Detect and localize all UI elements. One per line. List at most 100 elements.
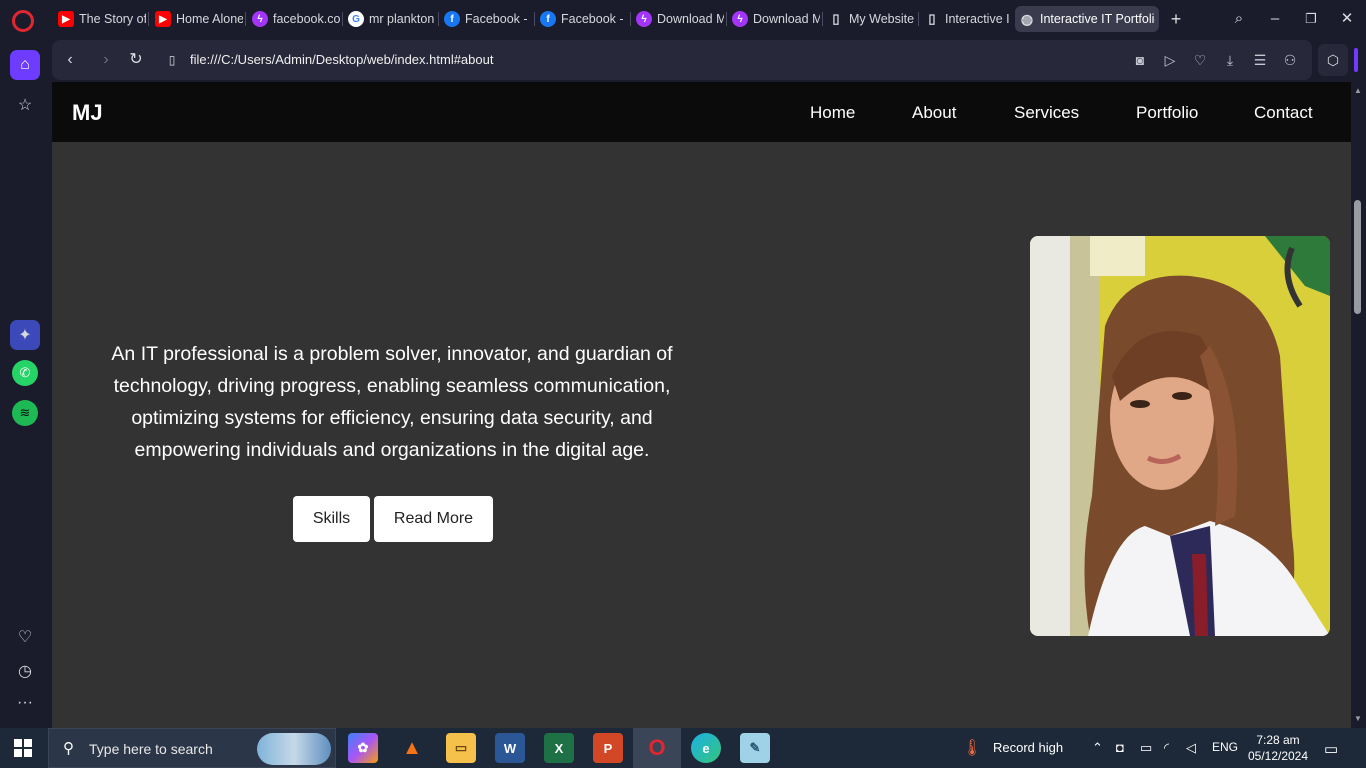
tab-label: Download M	[657, 12, 724, 26]
sidebar-accent	[1354, 48, 1358, 72]
excel-icon[interactable]: X	[544, 733, 574, 763]
easy-setup-icon[interactable]: ☰	[1250, 50, 1270, 70]
tab-8[interactable]: ▯ My Website	[824, 6, 916, 32]
profile-photo	[1030, 236, 1330, 636]
restore-icon[interactable]: ❐	[1300, 8, 1322, 30]
tab-label: Home Alone	[176, 12, 243, 26]
scroll-down-icon[interactable]: ▼	[1352, 714, 1364, 724]
youtube-icon: ▶	[58, 11, 74, 27]
windows-taskbar: ⚲ Type here to search ✿ ▲ ▭ W X P O e ✎ …	[0, 728, 1366, 768]
clock-date: 05/12/2024	[1247, 749, 1309, 763]
tab-label: mr plankton	[369, 12, 435, 26]
globe-icon: ◍	[1020, 10, 1034, 27]
aria-icon[interactable]: ✦	[10, 320, 40, 350]
weather-text[interactable]: Record high	[993, 740, 1063, 755]
edge-icon[interactable]: e	[691, 733, 721, 763]
bookmark-heart-icon[interactable]: ♡	[1190, 50, 1210, 70]
about-paragraph: An IT professional is a problem solver, …	[111, 343, 673, 461]
nav-home[interactable]: Home	[810, 103, 855, 123]
history-icon[interactable]: ◷	[10, 656, 40, 686]
messenger-icon: ϟ	[732, 11, 748, 27]
notification-icon[interactable]: ▭	[1324, 740, 1338, 758]
messenger-icon: ϟ	[636, 11, 652, 27]
nav-about[interactable]: About	[912, 103, 956, 123]
forward-icon[interactable]: ›	[96, 50, 116, 70]
site-logo[interactable]: MJ	[72, 100, 103, 126]
snapshot-icon[interactable]: ◙	[1130, 50, 1150, 70]
page-viewport: MJ Home About Services Portfolio Contact…	[52, 82, 1351, 728]
nav-contact[interactable]: Contact	[1254, 103, 1313, 123]
tab-bar: ▶ The Story of ▶ Home Alone ϟ facebook.c…	[0, 0, 1366, 38]
clock[interactable]: 7:28 am 05/12/2024	[1238, 732, 1318, 764]
scrollbar-thumb[interactable]	[1354, 200, 1361, 314]
reload-icon[interactable]: ↻	[126, 50, 146, 70]
tab-10-active[interactable]: ◍ Interactive IT Portfolio	[1015, 6, 1159, 32]
tab-label: Facebook - I	[465, 12, 532, 26]
facebook-icon: f	[444, 11, 460, 27]
word-icon[interactable]: W	[495, 733, 525, 763]
tab-5[interactable]: f Facebook - I	[536, 6, 628, 32]
tab-label: Interactive IT Portfolio	[1040, 12, 1155, 26]
wifi-icon[interactable]: ◜	[1164, 740, 1169, 756]
tab-label: facebook.co	[273, 12, 340, 26]
nav-services[interactable]: Services	[1014, 103, 1079, 123]
page-info-icon[interactable]: ▯	[162, 50, 182, 70]
tab-0[interactable]: ▶ The Story of	[54, 6, 146, 32]
opera-icon[interactable]: O	[642, 733, 672, 763]
file-explorer-icon[interactable]: ▭	[446, 733, 476, 763]
volume-icon[interactable]: ◁	[1186, 740, 1196, 756]
extensions-icon[interactable]: ⬡	[1318, 44, 1348, 76]
camera-icon[interactable]: ◘	[1116, 740, 1124, 755]
powerpoint-icon[interactable]: P	[593, 733, 623, 763]
tab-7[interactable]: ϟ Download M	[728, 6, 820, 32]
spotify-icon[interactable]: ≋	[12, 400, 38, 426]
scroll-up-icon[interactable]: ▲	[1352, 86, 1364, 96]
search-icon: ⚲	[63, 740, 74, 757]
file-icon: ▯	[832, 11, 840, 26]
page-scrollbar[interactable]	[1351, 82, 1366, 728]
read-more-button[interactable]: Read More	[374, 496, 493, 542]
back-icon[interactable]: ‹	[60, 50, 80, 70]
language-indicator[interactable]: ENG	[1212, 740, 1238, 754]
home-icon[interactable]: ⌂	[10, 50, 40, 80]
notepad-icon[interactable]: ✎	[740, 733, 770, 763]
star-icon[interactable]: ☆	[10, 90, 40, 120]
battery-icon[interactable]: ▭	[1140, 740, 1152, 756]
more-icon[interactable]: ···	[10, 688, 40, 718]
search-placeholder: Type here to search	[89, 741, 213, 757]
tray-chevron-icon[interactable]: ⌃	[1092, 740, 1103, 756]
windows-start-icon[interactable]	[14, 739, 32, 757]
taskbar-search[interactable]: ⚲ Type here to search	[48, 728, 336, 768]
close-icon[interactable]: ✕	[1336, 8, 1358, 30]
player-icon[interactable]: ▷	[1160, 50, 1180, 70]
minimize-icon[interactable]: –	[1264, 8, 1286, 30]
thermometer-icon[interactable]: 🌡	[962, 738, 982, 758]
sidebar: ⌂ ☆ ✦ ✆ ≋ ♡ ◷ ···	[0, 38, 52, 728]
skills-button[interactable]: Skills	[293, 496, 370, 542]
tab-label: Interactive I	[945, 12, 1010, 26]
whatsapp-icon[interactable]: ✆	[12, 360, 38, 386]
profile-icon[interactable]: ⚇	[1280, 50, 1300, 70]
opera-menu-icon[interactable]	[12, 10, 34, 32]
new-tab-plus-icon[interactable]: +	[1165, 8, 1187, 30]
copilot-icon[interactable]: ✿	[348, 733, 378, 763]
tab-3[interactable]: G mr plankton	[344, 6, 436, 32]
tab-6[interactable]: ϟ Download M	[632, 6, 724, 32]
tab-4[interactable]: f Facebook - I	[440, 6, 532, 32]
tab-9[interactable]: ▯ Interactive I	[920, 6, 1012, 32]
download-icon[interactable]: ⤓	[1220, 50, 1240, 70]
tab-label: My Website	[849, 12, 915, 26]
tab-search-icon[interactable]: ⌕	[1228, 8, 1250, 30]
tab-1[interactable]: ▶ Home Alone	[151, 6, 243, 32]
clock-time: 7:28 am	[1256, 733, 1300, 747]
url-field[interactable]: file:///C:/Users/Admin/Desktop/web/index…	[190, 52, 493, 67]
youtube-icon: ▶	[155, 11, 171, 27]
heart-icon[interactable]: ♡	[10, 622, 40, 652]
tab-label: Facebook - I	[561, 12, 628, 26]
vlc-icon[interactable]: ▲	[397, 733, 427, 763]
facebook-icon: f	[540, 11, 556, 27]
messenger-icon: ϟ	[252, 11, 268, 27]
nav-portfolio[interactable]: Portfolio	[1136, 103, 1198, 123]
site-navbar: MJ Home About Services Portfolio Contact	[52, 82, 1351, 142]
tab-2[interactable]: ϟ facebook.co	[248, 6, 340, 32]
